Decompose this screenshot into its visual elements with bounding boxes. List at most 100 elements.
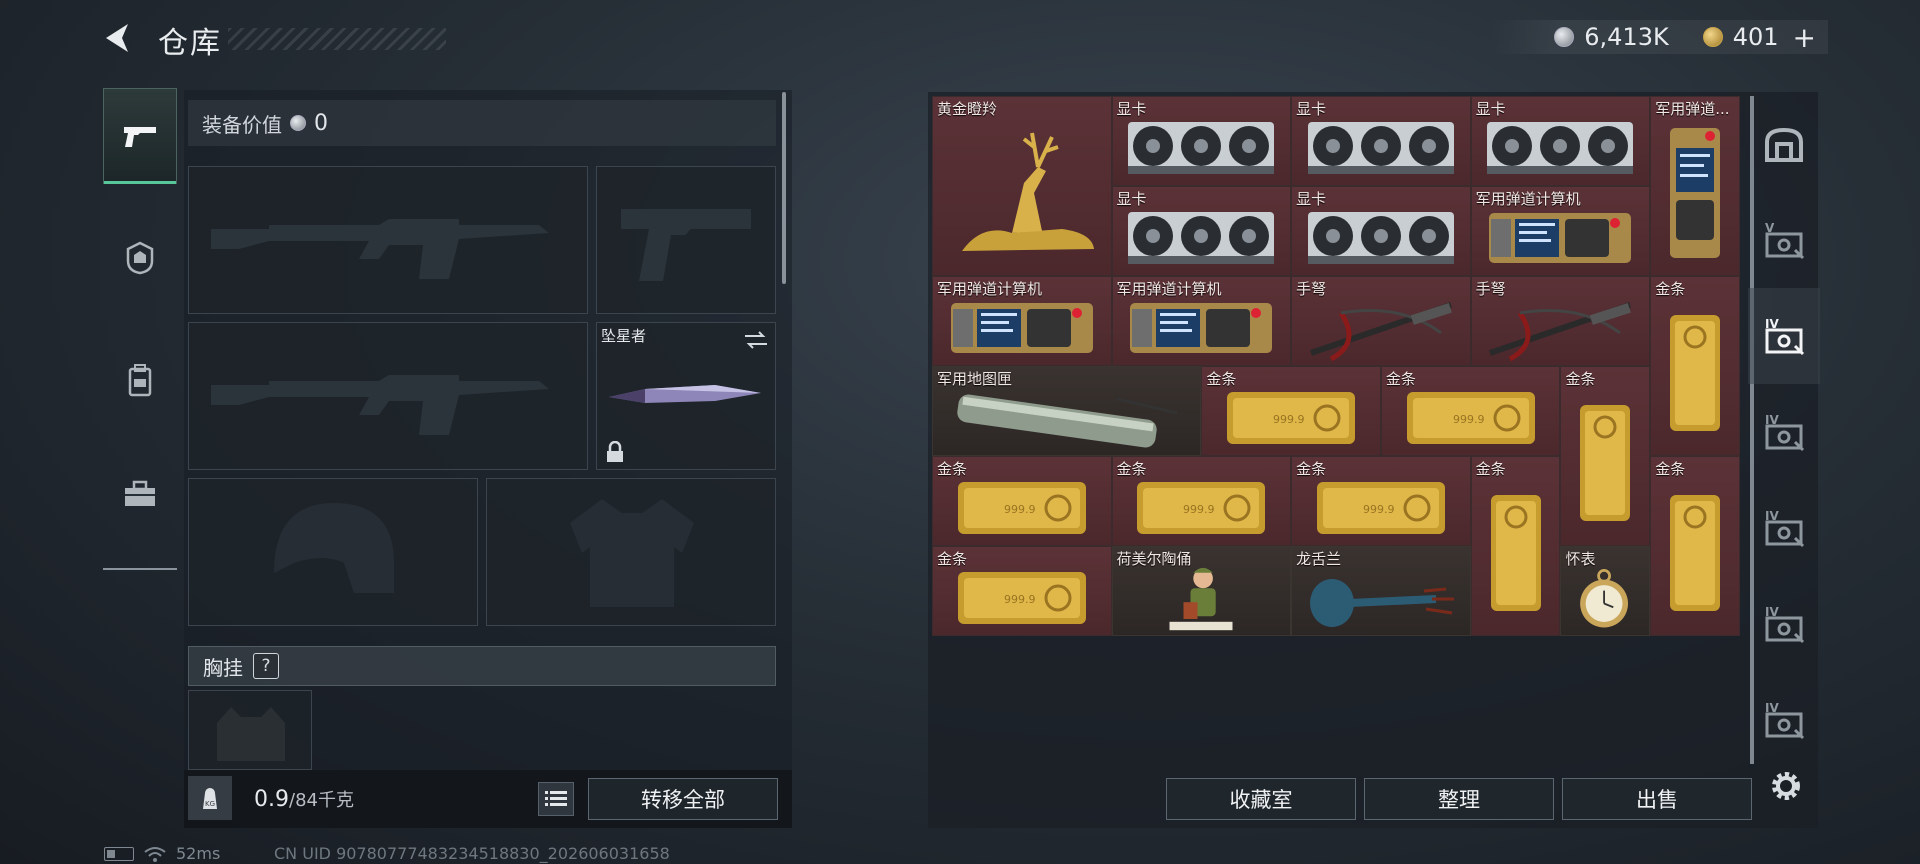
melee-name: 坠星者 [601, 327, 647, 345]
stash-item[interactable]: 显卡 [1111, 186, 1292, 276]
stash-item[interactable]: 显卡 [1291, 186, 1471, 276]
pistol-slot[interactable] [596, 166, 776, 314]
crossbow-icon [1474, 293, 1648, 363]
equipment-value-bar: 装备价值 0 [188, 100, 776, 146]
item-name: 军用弹道... [1655, 100, 1730, 118]
loadout-scrollbar[interactable] [782, 92, 786, 284]
svg-text:999.9: 999.9 [1004, 593, 1036, 606]
body-armor-slot[interactable] [486, 478, 776, 626]
stash-item[interactable]: 军用弹道计算机 [1111, 276, 1292, 366]
storage-box-icon: IV [1765, 317, 1805, 356]
gear-icon [1772, 772, 1800, 800]
storage-box-icon: IV [1765, 413, 1805, 452]
stash-item[interactable]: 手弩 [1291, 276, 1471, 366]
stash-item[interactable]: 军用弹道... [1650, 96, 1740, 276]
item-name: 黄金瞪羚 [937, 100, 998, 118]
organize-button[interactable]: 整理 [1364, 778, 1554, 820]
stash-tab[interactable]: V [1748, 192, 1820, 288]
primary-weapon-slot[interactable] [188, 166, 588, 314]
stash-tab-overview[interactable] [1748, 96, 1820, 192]
stash-item[interactable]: 金条 999.9 [1201, 366, 1381, 456]
tab-tier: IV [1765, 605, 1779, 619]
stash-tab[interactable]: IV [1748, 288, 1820, 384]
stash-item[interactable]: 金条 [1560, 366, 1651, 546]
stash-item[interactable]: 金条 999.9 [1291, 456, 1471, 546]
weight-readout: 0.9/84千克 [254, 786, 354, 812]
help-button[interactable]: ? [253, 653, 279, 679]
list-view-button[interactable] [538, 782, 574, 816]
item-name: 金条 [1385, 370, 1416, 388]
tab-helmet[interactable] [103, 210, 177, 306]
tab-backpack[interactable] [103, 332, 177, 428]
stash-item[interactable]: 黄金瞪羚 [932, 96, 1112, 276]
svg-text:999.9: 999.9 [1453, 413, 1485, 426]
stash-item[interactable]: 军用弹道计算机 [1470, 186, 1651, 276]
svg-text:999.9: 999.9 [1183, 503, 1215, 516]
helmet-silhouette-icon [274, 503, 394, 593]
gpu-icon [1294, 203, 1468, 273]
secondary-weapon-slot[interactable] [188, 322, 588, 470]
tube-icon [935, 383, 1198, 453]
item-name: 金条 [1655, 280, 1686, 298]
sell-button[interactable]: 出售 [1562, 778, 1752, 820]
stash-item[interactable]: 金条 999.9 [1380, 366, 1561, 456]
stash-item[interactable]: 手弩 [1470, 276, 1651, 366]
item-name: 金条 [1296, 460, 1327, 478]
weight-icon: KG [188, 776, 232, 820]
armor-silhouette-icon [570, 499, 694, 607]
gpu-icon [1474, 113, 1648, 183]
silver-balance: 6,413K [1584, 23, 1669, 51]
stash-settings-button[interactable] [1764, 764, 1808, 808]
stash-tab[interactable]: IV [1748, 576, 1820, 672]
item-name: 手弩 [1296, 280, 1327, 298]
tab-tier: V [1765, 221, 1775, 235]
silver-coin-icon [290, 115, 306, 131]
stash-item[interactable]: 显卡 [1111, 96, 1292, 186]
stash-item[interactable]: 荷美尔陶俑 [1111, 546, 1292, 636]
item-name: 金条 [937, 460, 968, 478]
stash-tab[interactable]: IV [1748, 672, 1820, 768]
stash-item[interactable]: 金条 999.9 [1111, 456, 1292, 546]
chest-rig-header: 胸挂 ? [188, 646, 776, 686]
helmet-slot[interactable] [188, 478, 478, 626]
stash-tab[interactable]: IV [1748, 384, 1820, 480]
chest-rig-label: 胸挂 [203, 655, 243, 680]
chest-rig-slot[interactable] [188, 690, 312, 770]
vault-icon [1765, 127, 1803, 162]
storage-box-icon: IV [1765, 605, 1805, 644]
stash-item[interactable]: 显卡 [1470, 96, 1651, 186]
stash-item[interactable]: 怀表 [1560, 546, 1651, 636]
add-currency-button[interactable]: + [1793, 21, 1816, 54]
tab-tier: IV [1765, 509, 1779, 523]
rig-silhouette-icon [217, 707, 285, 761]
transfer-all-button[interactable]: 转移全部 [588, 778, 778, 820]
tab-weapons[interactable] [103, 88, 177, 184]
ping-text: 52ms [176, 844, 221, 863]
stash-item[interactable]: 显卡 [1291, 96, 1471, 186]
stash-item[interactable]: 金条 [1650, 456, 1740, 636]
kettlebell-icon: KG [203, 788, 217, 809]
item-name: 荷美尔陶俑 [1116, 550, 1192, 568]
currency-bar: 6,413K 401 + [1490, 20, 1828, 54]
gpu-icon [1115, 203, 1289, 273]
stash-item[interactable]: 金条 999.9 [932, 546, 1112, 636]
wifi-icon [144, 846, 166, 862]
stash-item[interactable]: 军用弹道计算机 [932, 276, 1112, 366]
stash-item[interactable]: 金条 999.9 [932, 456, 1112, 546]
armor-plate-icon [126, 241, 154, 275]
back-button[interactable] [100, 18, 140, 58]
tab-case[interactable] [103, 446, 177, 542]
silver-coin-icon [1554, 27, 1575, 47]
storage-box-icon: V [1765, 221, 1805, 260]
stash-tab[interactable]: IV [1748, 480, 1820, 576]
stash-item[interactable]: 金条 [1470, 456, 1561, 636]
pistol-icon [124, 127, 156, 147]
stash-item[interactable]: 龙舌兰 [1291, 546, 1471, 636]
collection-button[interactable]: 收藏室 [1166, 778, 1356, 820]
melee-slot[interactable]: 坠星者 [596, 322, 776, 470]
gold-h-icon: 999.9 [1384, 383, 1558, 453]
swap-arrows-icon[interactable] [743, 329, 769, 351]
stash-item[interactable]: 军用地图匣 [932, 366, 1202, 456]
stash-item[interactable]: 金条 [1650, 276, 1740, 456]
item-name: 军用弹道计算机 [1475, 190, 1581, 208]
